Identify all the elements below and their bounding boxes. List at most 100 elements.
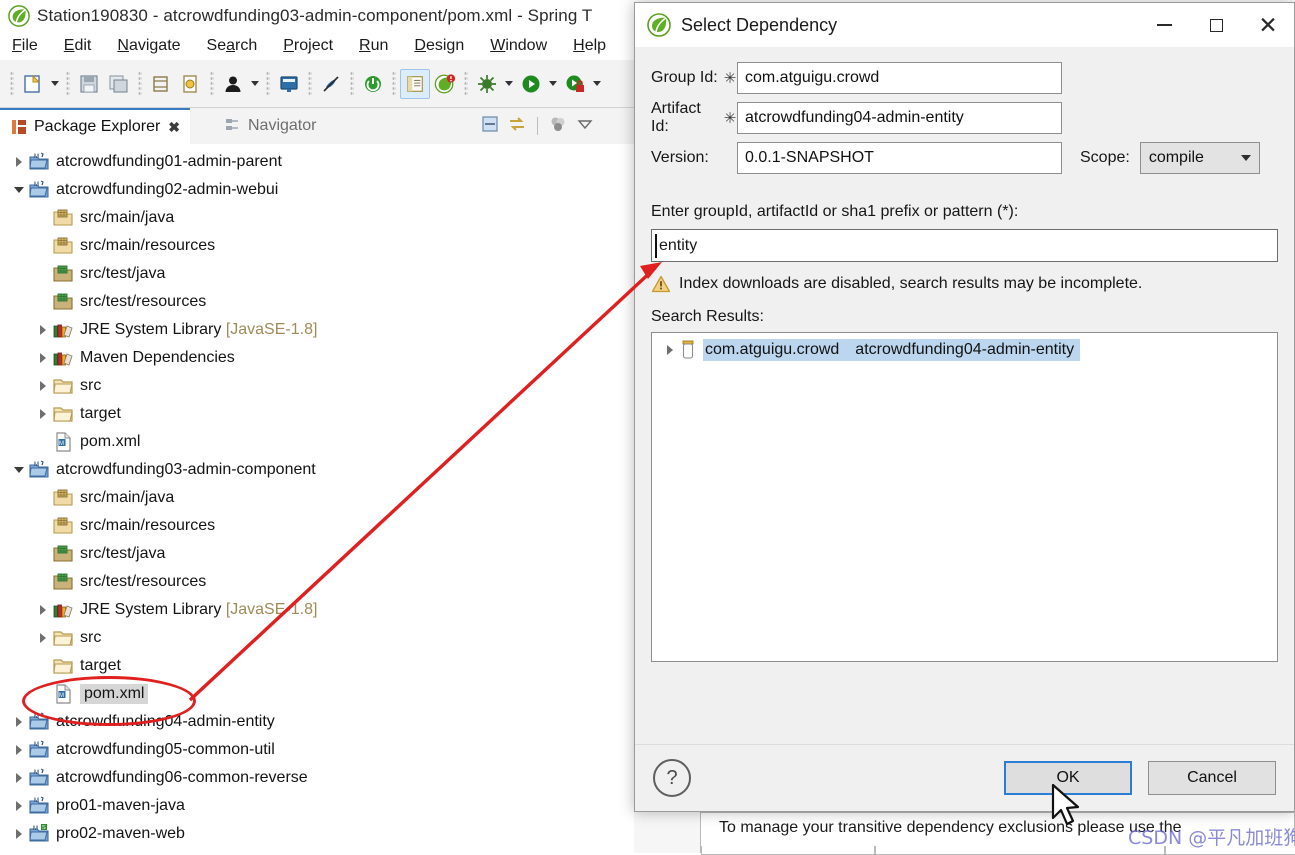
tree-item-pom-xml[interactable]: Mpom.xml (0, 428, 634, 456)
tree-item-src-main-resources[interactable]: src/main/resources (0, 232, 634, 260)
search-result-row[interactable]: com.atguigu.crowd atcrowdfunding04-admin… (652, 337, 1277, 363)
version-input[interactable]: 0.0.1-SNAPSHOT (737, 142, 1062, 174)
chevron-right-icon[interactable] (10, 717, 28, 727)
tree-item-pro02-maven-web[interactable]: M Spro02-maven-web (0, 820, 634, 848)
filters-icon[interactable] (548, 114, 568, 138)
tree-item-jre-system-library[interactable]: JRE System Library [JavaSE-1.8] (0, 316, 634, 344)
tree-item-src-test-resources[interactable]: src/test/resources (0, 288, 634, 316)
menu-item-edit[interactable]: Edit (64, 37, 92, 55)
tree-item-atcrowdfunding01-admin-parent[interactable]: Matcrowdfunding01-admin-parent (0, 148, 634, 176)
run-icon[interactable] (516, 69, 546, 99)
chevron-right-icon[interactable] (34, 381, 52, 391)
new-dropdown-caret[interactable] (48, 69, 62, 99)
menu-item-navigate[interactable]: Navigate (117, 37, 180, 55)
result-artifact-id: atcrowdfunding04-admin-entity (855, 341, 1075, 358)
tree-item-src[interactable]: src (0, 624, 634, 652)
tree-item-maven-dependencies[interactable]: Maven Dependencies (0, 344, 634, 372)
menu-item-help[interactable]: Help (573, 37, 606, 55)
chevron-right-icon[interactable] (662, 345, 678, 355)
tab-package-explorer[interactable]: Package Explorer ✖ (0, 108, 191, 144)
tree-item-jre-system-library[interactable]: JRE System Library [JavaSE-1.8] (0, 596, 634, 624)
view-menu-caret[interactable] (575, 114, 595, 138)
open-perspective-icon[interactable] (400, 68, 430, 99)
save-all-icon[interactable] (104, 69, 134, 99)
run-secure-dropdown-caret[interactable] (590, 69, 604, 99)
package-explorer-icon (10, 118, 28, 136)
version-label: Version: (651, 149, 709, 166)
chevron-right-icon[interactable] (10, 829, 28, 839)
menu-item-file[interactable]: File (12, 37, 38, 55)
terminate-icon[interactable] (358, 69, 388, 99)
tree-item-target[interactable]: target (0, 652, 634, 680)
user-icon[interactable] (218, 69, 248, 99)
group-id-input[interactable]: com.atguigu.crowd (737, 62, 1062, 94)
menu-item-project[interactable]: Project (283, 37, 333, 55)
tree-item-atcrowdfunding05-common-util[interactable]: Matcrowdfunding05-common-util (0, 736, 634, 764)
debug-icon[interactable] (472, 69, 502, 99)
close-icon[interactable]: ✖ (168, 119, 180, 136)
tree-item-src-main-java[interactable]: src/main/java (0, 204, 634, 232)
tree-item-pom-xml[interactable]: Mpom.xml (0, 680, 634, 708)
tab-navigator[interactable]: Navigator (214, 108, 326, 144)
artifact-id-row: Artifact Id: ✳ atcrowdfunding04-admin-en… (635, 100, 1294, 135)
menu-item-run[interactable]: Run (359, 37, 388, 55)
chevron-right-icon[interactable] (34, 325, 52, 335)
cancel-build-icon[interactable] (316, 69, 346, 99)
cancel-button[interactable]: Cancel (1148, 761, 1276, 795)
package-explorer-tree[interactable]: Matcrowdfunding01-admin-parent Matcrowdfu… (0, 144, 634, 853)
tree-item-atcrowdfunding02-admin-webui[interactable]: Matcrowdfunding02-admin-webui (0, 176, 634, 204)
print-icon[interactable] (146, 69, 176, 99)
chevron-down-icon[interactable] (10, 187, 28, 193)
chevron-right-icon[interactable] (34, 633, 52, 643)
debug-dropdown-caret[interactable] (502, 69, 516, 99)
folder-icon (52, 404, 74, 424)
close-button[interactable]: ✕ (1242, 3, 1294, 47)
chevron-right-icon[interactable] (10, 801, 28, 811)
search-hint-label: Enter groupId, artifactId or sha1 prefix… (651, 203, 1019, 220)
search-input[interactable]: entity (651, 229, 1278, 262)
chevron-right-icon[interactable] (10, 773, 28, 783)
run-dropdown-caret[interactable] (546, 69, 560, 99)
tree-item-src-test-resources[interactable]: src/test/resources (0, 568, 634, 596)
menu-item-window[interactable]: Window (490, 37, 547, 55)
help-button[interactable]: ? (653, 759, 691, 797)
tree-item-label: src/test/java (80, 265, 166, 282)
scope-select[interactable]: compile (1139, 142, 1260, 174)
tree-item-pro01-maven-java[interactable]: Mpro01-maven-java (0, 792, 634, 820)
svg-text:M: M (34, 742, 39, 748)
tree-item-src-test-java[interactable]: src/test/java (0, 260, 634, 288)
artifact-id-input[interactable]: atcrowdfunding04-admin-entity (737, 102, 1062, 134)
link-with-editor-icon[interactable] (507, 114, 527, 138)
tree-item-target[interactable]: target (0, 400, 634, 428)
minimize-button[interactable] (1138, 3, 1190, 47)
chevron-right-icon[interactable] (34, 353, 52, 363)
maximize-button[interactable] (1190, 3, 1242, 47)
tree-item-src[interactable]: src (0, 372, 634, 400)
new-file-icon[interactable] (18, 69, 48, 99)
user-dropdown-caret[interactable] (248, 69, 262, 99)
tree-item-atcrowdfunding03-admin-component[interactable]: Matcrowdfunding03-admin-component (0, 456, 634, 484)
search-results-list[interactable]: com.atguigu.crowd atcrowdfunding04-admin… (651, 332, 1278, 662)
chevron-right-icon[interactable] (10, 745, 28, 755)
tree-item-src-main-resources[interactable]: src/main/resources (0, 512, 634, 540)
spring-boot-dashboard-icon[interactable] (430, 69, 460, 99)
table-cell (701, 846, 875, 855)
chevron-right-icon[interactable] (34, 605, 52, 615)
chevron-down-icon[interactable] (10, 467, 28, 473)
run-secure-icon[interactable] (560, 69, 590, 99)
tree-item-atcrowdfunding04-admin-entity[interactable]: Matcrowdfunding04-admin-entity (0, 708, 634, 736)
save-icon[interactable] (74, 69, 104, 99)
export-icon[interactable] (176, 69, 206, 99)
tree-item-atcrowdfunding06-common-reverse[interactable]: Matcrowdfunding06-common-reverse (0, 764, 634, 792)
spring-leaf-icon (647, 13, 671, 37)
console-icon[interactable] (274, 69, 304, 99)
chevron-right-icon[interactable] (10, 157, 28, 167)
menu-item-design[interactable]: Design (414, 37, 464, 55)
chevron-right-icon[interactable] (34, 409, 52, 419)
collapse-all-icon[interactable] (480, 114, 500, 138)
tree-item-label: atcrowdfunding05-common-util (56, 741, 275, 758)
toolbar-grip (350, 70, 354, 97)
tree-item-src-main-java[interactable]: src/main/java (0, 484, 634, 512)
menu-item-search[interactable]: Search (207, 37, 258, 55)
tree-item-src-test-java[interactable]: src/test/java (0, 540, 634, 568)
